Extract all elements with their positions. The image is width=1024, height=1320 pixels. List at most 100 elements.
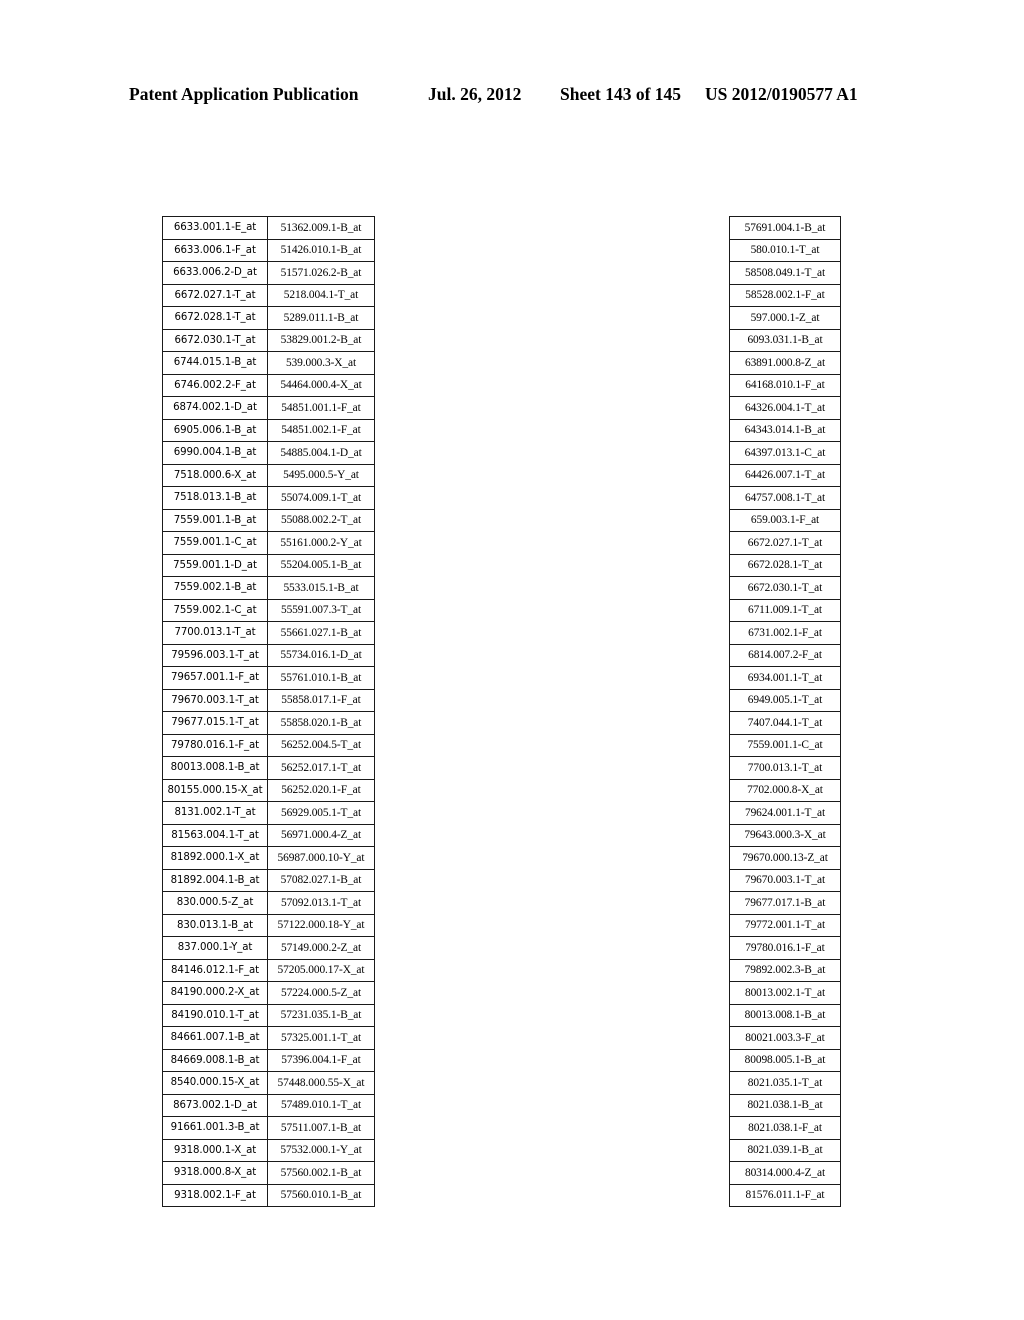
table-row: 6746.002.2-F_at 54464.000.4-X_at xyxy=(162,373,375,397)
table-row: 7700.013.1-T_at 55661.027.1-B_at xyxy=(162,621,375,645)
table-row: 6672.027.1-T_at 5218.004.1-T_at xyxy=(162,283,375,307)
probe-id-cell: 5218.004.1-T_at xyxy=(267,283,375,307)
probe-id-cell: 91661.001.3-B_at xyxy=(162,1116,268,1140)
probe-id-cell: 57325.001.1-T_at xyxy=(267,1026,375,1050)
probe-id-cell: 9318.002.1-F_at xyxy=(162,1183,268,1207)
probe-id-cell: 56987.000.10-Y_at xyxy=(267,846,375,870)
probe-id-cell: 51426.010.1-B_at xyxy=(267,238,375,262)
table-row: 7518.013.1-B_at 55074.009.1-T_at xyxy=(162,486,375,510)
probe-id-cell: 51362.009.1-B_at xyxy=(267,216,375,240)
probe-id-cell: 57448.000.55-X_at xyxy=(267,1071,375,1095)
probe-id-cell: 6934.001.1-T_at xyxy=(729,666,841,690)
table-row: 91661.001.3-B_at 57511.007.1-B_at xyxy=(162,1116,375,1140)
probe-id-cell: 57396.004.1-F_at xyxy=(267,1048,375,1072)
table-row: 79624.001.1-T_at xyxy=(729,801,841,825)
table-row: 79596.003.1-T_at 55734.016.1-D_at xyxy=(162,643,375,667)
probe-id-cell: 81892.000.1-X_at xyxy=(162,846,268,870)
table-row: 8021.039.1-B_at xyxy=(729,1138,841,1162)
probe-id-cell: 57489.010.1-T_at xyxy=(267,1093,375,1117)
probe-id-cell: 6711.009.1-T_at xyxy=(729,598,841,622)
probe-id-cell: 80013.002.1-T_at xyxy=(729,981,841,1005)
table-row: 79643.000.3-X_at xyxy=(729,823,841,847)
probe-id-cell: 7559.002.1-C_at xyxy=(162,598,268,622)
probe-id-cell: 7700.013.1-T_at xyxy=(729,756,841,780)
table-row: 64343.014.1-B_at xyxy=(729,418,841,442)
table-row: 84661.007.1-B_at 57325.001.1-T_at xyxy=(162,1026,375,1050)
table-row: 7700.013.1-T_at xyxy=(729,756,841,780)
probe-id-cell: 6746.002.2-F_at xyxy=(162,373,268,397)
probe-id-cell: 80021.003.3-F_at xyxy=(729,1026,841,1050)
probe-id-cell: 79624.001.1-T_at xyxy=(729,801,841,825)
probe-id-cell: 6633.006.2-D_at xyxy=(162,261,268,285)
probe-id-cell: 55088.002.2-T_at xyxy=(267,508,375,532)
probe-id-cell: 56252.017.1-T_at xyxy=(267,756,375,780)
table-row: 9318.000.8-X_at 57560.002.1-B_at xyxy=(162,1161,375,1185)
table-row: 7702.000.8-X_at xyxy=(729,778,841,802)
probe-id-cell: 6905.006.1-B_at xyxy=(162,418,268,442)
probe-id-cell: 57511.007.1-B_at xyxy=(267,1116,375,1140)
table-row: 79772.001.1-T_at xyxy=(729,913,841,937)
table-row: 64397.013.1-C_at xyxy=(729,441,841,465)
probe-id-cell: 54885.004.1-D_at xyxy=(267,441,375,465)
probe-id-cell: 79670.003.1-T_at xyxy=(162,688,268,712)
probe-id-cell: 6633.006.1-F_at xyxy=(162,238,268,262)
table-row: 80098.005.1-B_at xyxy=(729,1048,841,1072)
probe-id-cell: 5289.011.1-B_at xyxy=(267,306,375,330)
table-row: 8673.002.1-D_at 57489.010.1-T_at xyxy=(162,1093,375,1117)
probe-id-cell: 55661.027.1-B_at xyxy=(267,621,375,645)
probe-id-cell: 6874.002.1-D_at xyxy=(162,396,268,420)
probe-id-cell: 6672.027.1-T_at xyxy=(729,531,841,555)
probe-id-cell: 7518.013.1-B_at xyxy=(162,486,268,510)
table-row: 80155.000.15-X_at 56252.020.1-F_at xyxy=(162,778,375,802)
table-row: 57691.004.1-B_at xyxy=(729,216,841,240)
probe-id-table-left: 6633.001.1-E_at 51362.009.1-B_at 6633.006.… xyxy=(162,216,375,1207)
probe-id-cell: 84190.000.2-X_at xyxy=(162,981,268,1005)
probe-id-cell: 6672.030.1-T_at xyxy=(729,576,841,600)
probe-id-cell: 64343.014.1-B_at xyxy=(729,418,841,442)
table-row: 9318.000.1-X_at 57532.000.1-Y_at xyxy=(162,1138,375,1162)
table-row: 84190.000.2-X_at 57224.000.5-Z_at xyxy=(162,981,375,1005)
probe-id-cell: 81576.011.1-F_at xyxy=(729,1183,841,1207)
probe-id-cell: 57092.013.1-T_at xyxy=(267,891,375,915)
table-row: 8131.002.1-T_at 56929.005.1-T_at xyxy=(162,801,375,825)
probe-id-cell: 55761.010.1-B_at xyxy=(267,666,375,690)
table-row: 659.003.1-F_at xyxy=(729,508,841,532)
table-row: 80013.002.1-T_at xyxy=(729,981,841,1005)
table-row: 79657.001.1-F_at 55761.010.1-B_at xyxy=(162,666,375,690)
publication-date: Jul. 26, 2012 xyxy=(428,84,522,104)
probe-id-cell: 57691.004.1-B_at xyxy=(729,216,841,240)
table-row: 6672.028.1-T_at xyxy=(729,553,841,577)
table-row: 6672.027.1-T_at xyxy=(729,531,841,555)
table-row: 79677.015.1-T_at 55858.020.1-B_at xyxy=(162,711,375,735)
table-left-body: 6633.001.1-E_at 51362.009.1-B_at 6633.006.… xyxy=(162,216,375,1207)
table-row: 7559.002.1-C_at 55591.007.3-T_at xyxy=(162,598,375,622)
probe-id-cell: 8673.002.1-D_at xyxy=(162,1093,268,1117)
table-row: 80314.000.4-Z_at xyxy=(729,1161,841,1185)
probe-id-cell: 55591.007.3-T_at xyxy=(267,598,375,622)
table-row: 9318.002.1-F_at 57560.010.1-B_at xyxy=(162,1183,375,1207)
probe-id-cell: 55734.016.1-D_at xyxy=(267,643,375,667)
probe-id-cell: 80155.000.15-X_at xyxy=(162,778,268,802)
table-row: 80021.003.3-F_at xyxy=(729,1026,841,1050)
probe-id-cell: 8021.038.1-B_at xyxy=(729,1093,841,1117)
probe-id-cell: 54851.002.1-F_at xyxy=(267,418,375,442)
probe-id-cell: 6744.015.1-B_at xyxy=(162,351,268,375)
table-row: 6633.006.2-D_at 51571.026.2-B_at xyxy=(162,261,375,285)
table-row: 6744.015.1-B_at 539.000.3-X_at xyxy=(162,351,375,375)
probe-id-cell: 7518.000.6-X_at xyxy=(162,463,268,487)
table-row: 79780.016.1-F_at 56252.004.5-T_at xyxy=(162,733,375,757)
probe-id-cell: 9318.000.8-X_at xyxy=(162,1161,268,1185)
probe-id-cell: 57231.035.1-B_at xyxy=(267,1003,375,1027)
patent-number: US 2012/0190577 A1 xyxy=(705,84,858,104)
probe-id-cell: 81563.004.1-T_at xyxy=(162,823,268,847)
table-row: 7559.001.1-C_at xyxy=(729,733,841,757)
probe-id-cell: 6672.028.1-T_at xyxy=(162,306,268,330)
sheet-number: Sheet 143 of 145 xyxy=(560,84,682,104)
table-row: 84190.010.1-T_at 57231.035.1-B_at xyxy=(162,1003,375,1027)
table-row: 7559.002.1-B_at 5533.015.1-B_at xyxy=(162,576,375,600)
probe-id-cell: 6633.001.1-E_at xyxy=(162,216,268,240)
table-row: 7518.000.6-X_at 5495.000.5-Y_at xyxy=(162,463,375,487)
probe-id-cell: 539.000.3-X_at xyxy=(267,351,375,375)
table-row: 830.000.5-Z_at 57092.013.1-T_at xyxy=(162,891,375,915)
probe-id-cell: 7700.013.1-T_at xyxy=(162,621,268,645)
